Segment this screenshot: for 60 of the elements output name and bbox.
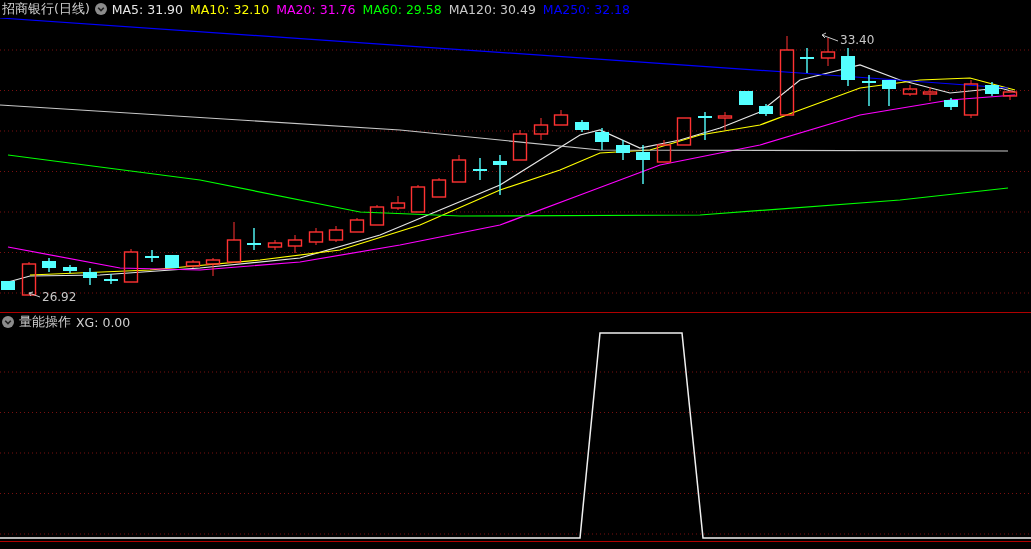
candlestick	[616, 139, 630, 161]
candlestick	[595, 127, 609, 151]
moving-average-value: MA20: 31.76	[276, 1, 356, 17]
candlestick	[841, 47, 855, 87]
candlestick	[123, 248, 139, 283]
candlestick	[390, 195, 406, 211]
candlestick	[493, 154, 507, 196]
candlestick	[185, 259, 201, 269]
candlestick	[431, 177, 447, 198]
candlestick	[145, 249, 159, 263]
candlestick	[636, 144, 650, 185]
candlestick	[21, 261, 37, 296]
candlestick	[83, 267, 97, 286]
candlestick	[676, 117, 692, 146]
candlestick	[1002, 89, 1018, 101]
candlestick	[267, 239, 283, 251]
candlestick	[104, 273, 118, 285]
candlestick	[205, 257, 221, 277]
candlestick	[882, 79, 896, 107]
moving-average-value: MA10: 32.10	[190, 1, 270, 17]
candlestick	[759, 103, 773, 117]
candlestick	[328, 225, 344, 243]
candlestick	[533, 117, 549, 141]
moving-average-value: MA60: 29.58	[362, 1, 442, 17]
stock-title: 招商银行(日线)	[2, 0, 90, 18]
candlestick	[656, 139, 672, 163]
candlestick	[63, 264, 77, 274]
candlestick	[247, 227, 261, 251]
candlestick	[717, 111, 733, 131]
candlestick	[739, 90, 753, 106]
candlestick	[800, 47, 814, 74]
candlestick	[451, 154, 467, 183]
candlestick	[902, 84, 918, 97]
candlestick	[575, 119, 589, 133]
candlestick	[698, 111, 712, 141]
moving-average-value: MA250: 32.18	[542, 1, 631, 17]
candlestick	[862, 74, 876, 107]
candlestick	[512, 129, 528, 161]
candlestick	[944, 97, 958, 111]
candlestick	[42, 257, 56, 273]
candlestick	[287, 234, 303, 254]
candlestick	[349, 217, 365, 233]
candlestick	[165, 254, 179, 269]
candlestick	[820, 37, 836, 67]
candlestick	[226, 221, 242, 263]
candlestick	[369, 204, 385, 226]
candlestick	[985, 81, 999, 97]
candlestick	[473, 157, 487, 181]
collapse-icon[interactable]	[94, 3, 107, 15]
candlestick	[963, 79, 979, 119]
collapse-icon[interactable]	[2, 316, 14, 328]
moving-average-value: MA120: 30.49	[448, 1, 536, 17]
candlestick	[922, 86, 938, 102]
candlestick	[553, 109, 569, 126]
candlestick	[410, 184, 426, 213]
candlestick	[1, 280, 15, 291]
indicator-value: XG: 0.00	[76, 314, 131, 330]
indicator-title: 量能操作	[19, 313, 71, 331]
moving-average-value: MA5: 31.90	[111, 1, 184, 17]
candlestick	[308, 227, 324, 246]
